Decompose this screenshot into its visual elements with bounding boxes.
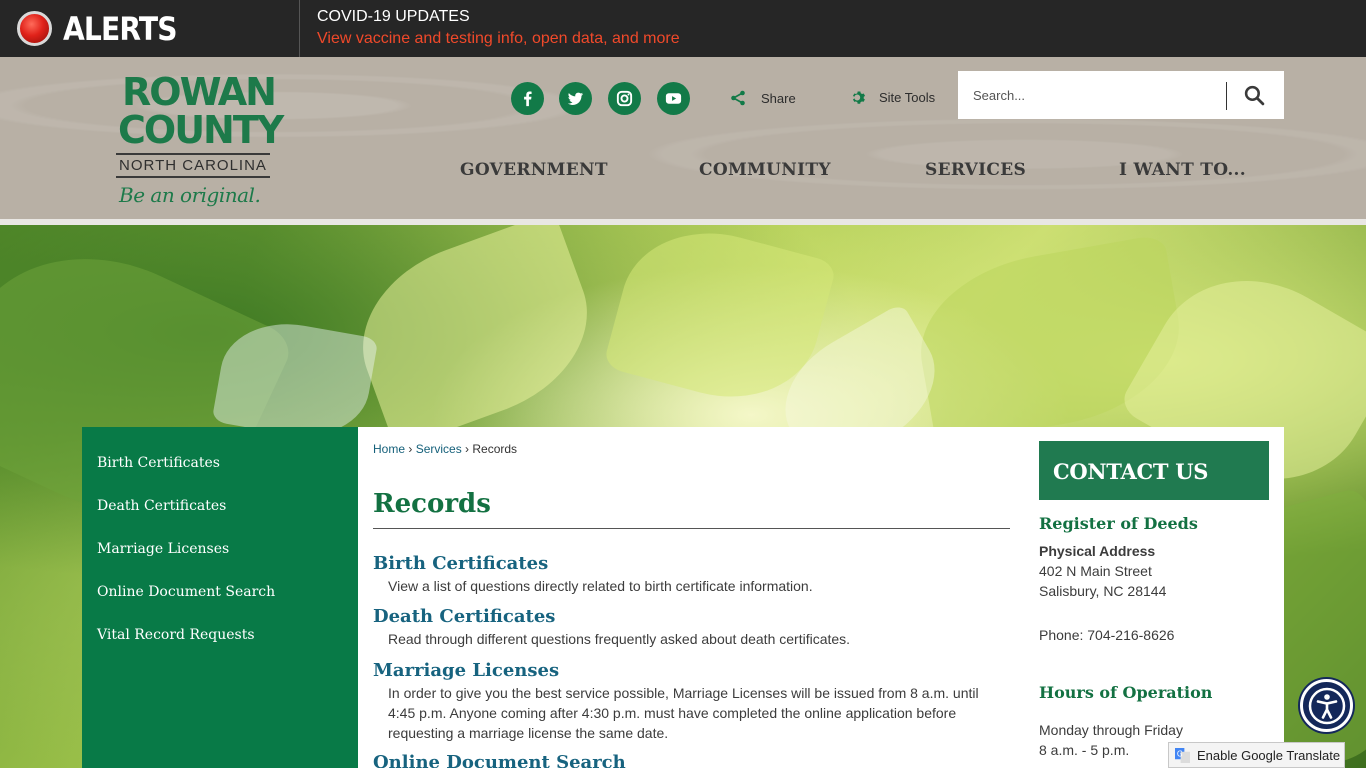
alerts-toggle[interactable]: ALERTS	[0, 0, 300, 57]
contact-address-label: Physical Address	[1039, 543, 1156, 559]
search-box	[958, 71, 1284, 119]
site-tools-label: Site Tools	[879, 89, 936, 105]
county-logo[interactable]: ROWAN COUNTY NORTH CAROLINA Be an origin…	[116, 70, 284, 213]
svg-text:G: G	[1177, 749, 1183, 758]
instagram-icon[interactable]	[608, 82, 641, 115]
search-divider	[1226, 82, 1227, 110]
alerts-bar: ALERTS COVID-19 UPDATES View vaccine and…	[0, 0, 1366, 57]
sidebar-item-vital-record-requests[interactable]: Vital Record Requests	[97, 627, 255, 643]
search-button[interactable]	[1234, 81, 1274, 109]
record-link-birth-certificates[interactable]: Birth Certificates	[373, 553, 548, 574]
sidebar-item-online-document-search[interactable]: Online Document Search	[97, 584, 275, 600]
sidebar-item-birth-certificates[interactable]: Birth Certificates	[97, 455, 220, 471]
share-icon	[731, 90, 745, 106]
contact-address-line2: Salisbury, NC 28144	[1039, 583, 1167, 599]
twitter-icon[interactable]	[559, 82, 592, 115]
alert-icon	[17, 11, 52, 46]
record-desc-death-certificates: Read through different questions frequen…	[388, 631, 851, 647]
nav-i-want-to[interactable]: I WANT TO...	[1119, 160, 1246, 180]
share-button[interactable]: Share	[730, 88, 796, 108]
nav-community[interactable]: COMMUNITY	[699, 160, 831, 180]
logo-tagline: Be an original.	[119, 183, 261, 207]
accessibility-icon	[1308, 687, 1345, 724]
covid-updates-title[interactable]: COVID-19 UPDATES	[317, 8, 470, 26]
share-label: Share	[761, 90, 796, 106]
record-link-death-certificates[interactable]: Death Certificates	[373, 606, 555, 627]
sidebar-nav: Birth Certificates Death Certificates Ma…	[82, 427, 358, 768]
sidebar-item-death-certificates[interactable]: Death Certificates	[97, 498, 226, 514]
record-desc-birth-certificates: View a list of questions directly relate…	[388, 578, 813, 594]
contact-hours-heading: Hours of Operation	[1039, 683, 1213, 702]
search-input[interactable]	[958, 71, 1226, 119]
search-icon	[1244, 85, 1264, 105]
breadcrumb-home[interactable]: Home	[373, 442, 405, 456]
breadcrumb: Home › Services › Records	[373, 442, 518, 456]
youtube-icon[interactable]	[657, 82, 690, 115]
breadcrumb-services[interactable]: Services	[416, 442, 462, 456]
logo-state: NORTH CAROLINA	[116, 153, 270, 178]
gear-icon	[852, 91, 866, 104]
nav-government[interactable]: GOVERNMENT	[460, 160, 608, 180]
contact-hours-days: Monday through Friday	[1039, 722, 1183, 738]
covid-updates-link[interactable]: View vaccine and testing info, open data…	[317, 30, 680, 48]
facebook-icon[interactable]	[511, 82, 544, 115]
logo-line-rowan: ROWAN	[122, 70, 277, 114]
nav-services[interactable]: SERVICES	[925, 160, 1026, 180]
contact-hours-time: 8 a.m. - 5 p.m.	[1039, 742, 1130, 758]
contact-us-heading: CONTACT US	[1039, 441, 1269, 500]
sidebar-item-marriage-licenses[interactable]: Marriage Licenses	[97, 541, 229, 557]
title-divider	[373, 528, 1010, 529]
record-link-marriage-licenses[interactable]: Marriage Licenses	[373, 660, 559, 681]
contact-office-name: Register of Deeds	[1039, 514, 1198, 533]
google-translate-icon: G	[1175, 747, 1190, 763]
record-desc-marriage-licenses: In order to give you the best service po…	[388, 685, 979, 741]
main-content: Home › Services › Records Records Birth …	[358, 427, 1284, 768]
page-title: Records	[373, 489, 491, 519]
breadcrumb-current: Records	[472, 442, 518, 456]
site-tools-button[interactable]: Site Tools	[850, 87, 935, 107]
logo-line-county: COUNTY	[118, 108, 284, 152]
google-translate-label: Enable Google Translate	[1197, 747, 1341, 763]
record-link-online-document-search[interactable]: Online Document Search	[373, 752, 626, 768]
contact-address-line1: 402 N Main Street	[1039, 563, 1152, 579]
accessibility-button[interactable]	[1300, 679, 1353, 732]
alerts-label: ALERTS	[63, 10, 177, 48]
google-translate-button[interactable]: G Enable Google Translate	[1168, 742, 1345, 768]
contact-phone: Phone: 704-216-8626	[1039, 627, 1175, 643]
